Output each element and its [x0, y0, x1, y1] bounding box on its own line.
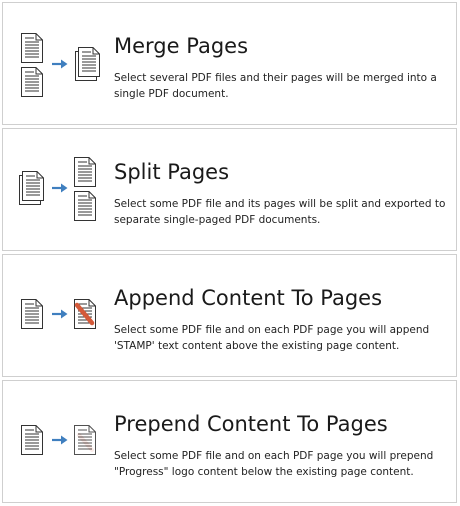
- append-content-description: Select some PDF file and on each PDF pag…: [114, 324, 430, 352]
- split-pages-card[interactable]: Split Pages Select some PDF file and its…: [2, 128, 457, 251]
- prepend-content-description: Select some PDF file and on each PDF pag…: [114, 450, 434, 478]
- append-content-title: Append Content To Pages: [114, 286, 383, 310]
- append-content-icon: [15, 279, 105, 355]
- prepend-content-card[interactable]: Prepend Content To Pages Select some PDF…: [2, 380, 457, 503]
- append-content-card[interactable]: Append Content To Pages Select some PDF …: [2, 254, 457, 377]
- merge-pages-title: Merge Pages: [114, 34, 249, 58]
- merge-pages-icon: [15, 27, 105, 103]
- prepend-content-title: Prepend Content To Pages: [114, 412, 388, 436]
- merge-pages-card[interactable]: Merge Pages Select several PDF files and…: [2, 2, 457, 125]
- merge-pages-description: Select several PDF files and their pages…: [114, 72, 437, 100]
- split-pages-title: Split Pages: [114, 160, 230, 184]
- prepend-content-icon: [15, 405, 105, 481]
- split-pages-description: Select some PDF file and its pages will …: [114, 198, 446, 226]
- split-pages-icon: [15, 153, 105, 229]
